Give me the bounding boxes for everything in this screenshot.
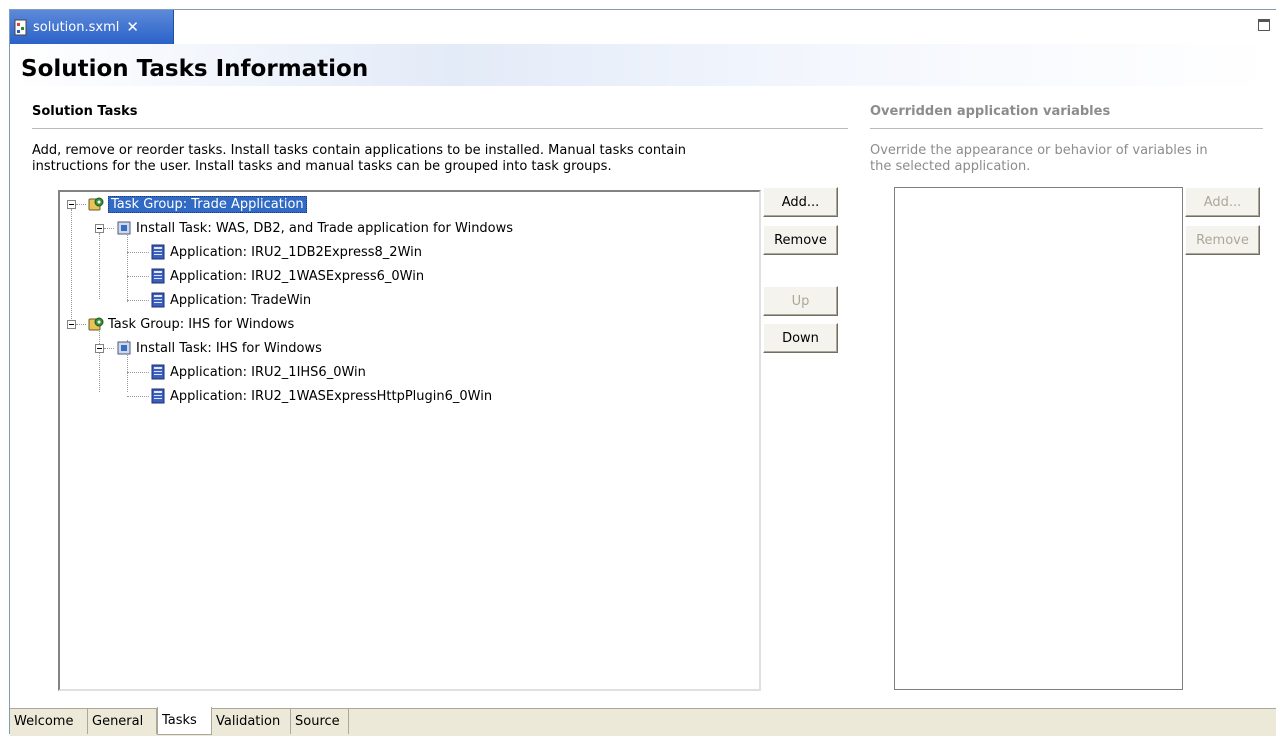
- install-task-icon: [117, 221, 131, 235]
- tree-item-task-group[interactable]: Task Group: Trade Application: [88, 193, 307, 215]
- tree-item-task-group[interactable]: Task Group: IHS for Windows: [88, 313, 294, 335]
- solution-tasks-tree[interactable]: Task Group: Trade Application Install Ta…: [58, 190, 761, 691]
- tab-source[interactable]: Source: [291, 709, 349, 734]
- task-group-icon: [88, 197, 104, 211]
- add-task-button[interactable]: Add...: [763, 187, 838, 217]
- tree-item-label: Application: TradeWin: [170, 292, 312, 308]
- remove-task-button[interactable]: Remove: [763, 225, 838, 255]
- editor-tab-bar: solution.sxml ✕: [10, 10, 1276, 45]
- tree-item-label: Task Group: IHS for Windows: [108, 316, 295, 332]
- editor-page-tabs: Welcome General Tasks Validation Source: [10, 707, 1276, 736]
- tree-item-install-task[interactable]: Install Task: IHS for Windows: [116, 337, 322, 359]
- tree-item-label: Application: IRU2_1DB2Express8_2Win: [170, 244, 422, 260]
- editor-frame: solution.sxml ✕ Solution Tasks Informati…: [9, 9, 1276, 736]
- task-group-icon: [88, 317, 104, 331]
- application-icon: [151, 268, 165, 284]
- page-title: Solution Tasks Information: [21, 56, 369, 82]
- overridden-variables-list[interactable]: [894, 187, 1183, 690]
- maximize-icon[interactable]: [1258, 19, 1270, 31]
- tree-item-label: Task Group: Trade Application: [108, 195, 307, 213]
- collapse-icon[interactable]: [67, 320, 76, 329]
- collapse-icon[interactable]: [95, 344, 104, 353]
- editor-tab-solution[interactable]: solution.sxml ✕: [10, 10, 174, 44]
- tab-validation[interactable]: Validation: [212, 709, 291, 734]
- tab-tasks[interactable]: Tasks: [157, 707, 212, 735]
- move-up-button[interactable]: Up: [763, 286, 838, 316]
- install-task-icon: [117, 341, 131, 355]
- solution-tasks-description-2: instructions for the user. Install tasks…: [32, 159, 612, 174]
- tree-item-label: Application: IRU2_1IHS6_0Win: [170, 364, 366, 380]
- close-icon[interactable]: ✕: [126, 18, 139, 36]
- editor-tab-label: solution.sxml: [33, 19, 120, 35]
- overridden-variables-title: Overridden application variables: [870, 104, 1111, 119]
- application-icon: [151, 388, 165, 404]
- tree-item-application[interactable]: Application: TradeWin: [150, 289, 311, 311]
- tree-item-label: Install Task: IHS for Windows: [136, 340, 322, 356]
- collapse-icon[interactable]: [67, 200, 76, 209]
- solution-tasks-title: Solution Tasks: [32, 104, 138, 119]
- move-down-button[interactable]: Down: [763, 323, 838, 353]
- overridden-variables-description-1: Override the appearance or behavior of v…: [870, 143, 1208, 158]
- tab-welcome[interactable]: Welcome: [10, 709, 88, 734]
- application-icon: [151, 292, 165, 308]
- application-icon: [151, 244, 165, 260]
- collapse-icon[interactable]: [95, 224, 104, 233]
- application-icon: [151, 364, 165, 380]
- tree-item-application[interactable]: Application: IRU2_1IHS6_0Win: [150, 361, 366, 383]
- tree-item-install-task[interactable]: Install Task: WAS, DB2, and Trade applic…: [116, 217, 513, 239]
- tree-item-label: Install Task: WAS, DB2, and Trade applic…: [136, 220, 514, 236]
- overridden-variables-divider: [870, 128, 1263, 129]
- tab-general[interactable]: General: [88, 709, 157, 734]
- sxml-file-icon: [14, 19, 27, 35]
- tree-item-application[interactable]: Application: IRU2_1WASExpressHttpPlugin6…: [150, 385, 492, 407]
- tree-item-application[interactable]: Application: IRU2_1WASExpress6_0Win: [150, 265, 424, 287]
- remove-variable-button[interactable]: Remove: [1185, 225, 1260, 255]
- solution-tasks-description-1: Add, remove or reorder tasks. Install ta…: [32, 143, 687, 158]
- tree-item-label: Application: IRU2_1WASExpressHttpPlugin6…: [170, 388, 493, 404]
- tree-item-application[interactable]: Application: IRU2_1DB2Express8_2Win: [150, 241, 422, 263]
- tree-item-label: Application: IRU2_1WASExpress6_0Win: [170, 268, 425, 284]
- overridden-variables-description-2: the selected application.: [870, 159, 1031, 174]
- add-variable-button[interactable]: Add...: [1185, 187, 1260, 217]
- solution-tasks-divider: [32, 128, 848, 129]
